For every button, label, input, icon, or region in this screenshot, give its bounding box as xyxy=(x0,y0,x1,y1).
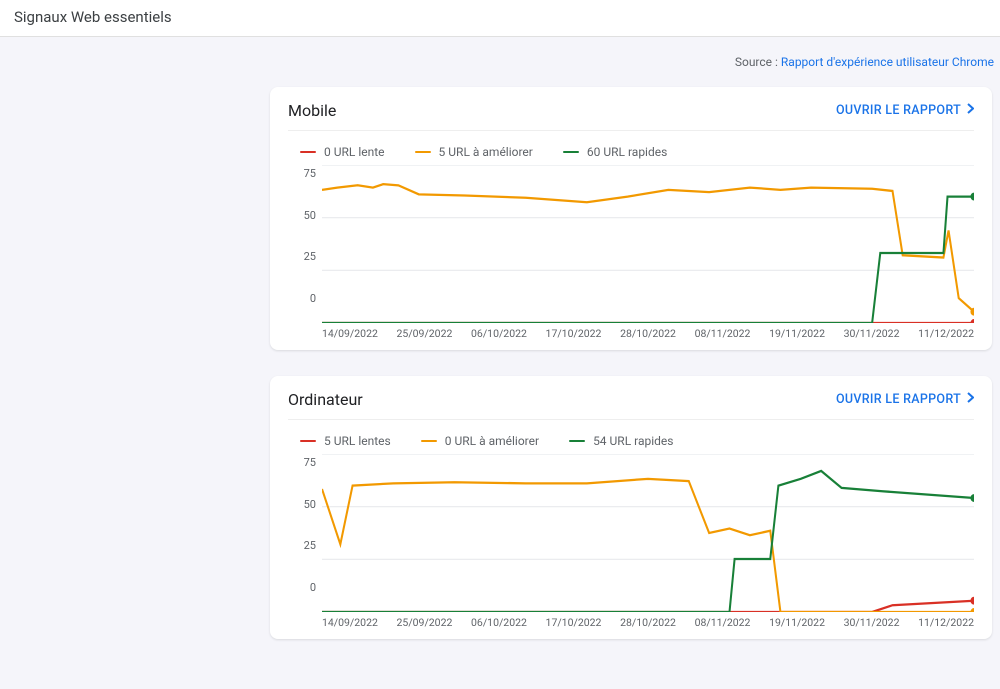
chevron-right-icon xyxy=(967,392,974,407)
card-mobile: Mobile OUVRIR LE RAPPORT 0 URL lente 5 U… xyxy=(270,87,992,350)
legend-item-fast: 60 URL rapides xyxy=(563,145,667,159)
line-slow xyxy=(322,601,974,612)
card-title-desktop: Ordinateur xyxy=(288,390,363,409)
page-title: Signaux Web essentiels xyxy=(0,0,1000,37)
chart-desktop: 7550250 xyxy=(288,454,974,612)
legend-item-slow: 0 URL lente xyxy=(300,145,385,159)
legend-item-improve: 5 URL à améliorer xyxy=(415,145,533,159)
legend-item-slow: 5 URL lentes xyxy=(300,434,391,448)
open-report-label: OUVRIR LE RAPPORT xyxy=(836,103,961,118)
x-axis-desktop: 14/09/202225/09/202206/10/202217/10/2022… xyxy=(288,612,974,629)
line-fast xyxy=(322,471,974,612)
legend-mobile: 0 URL lente 5 URL à améliorer 60 URL rap… xyxy=(288,131,974,165)
legend-item-fast: 54 URL rapides xyxy=(569,434,673,448)
y-axis: 7550250 xyxy=(288,454,322,612)
line-fast xyxy=(322,197,974,323)
source-prefix: Source : xyxy=(735,55,781,69)
chevron-right-icon xyxy=(967,103,974,118)
chart-mobile: 7550250 xyxy=(288,165,974,323)
source-link[interactable]: Rapport d'expérience utilisateur Chrome xyxy=(781,55,994,69)
x-axis-mobile: 14/09/202225/09/202206/10/202217/10/2022… xyxy=(288,323,974,340)
open-report-mobile[interactable]: OUVRIR LE RAPPORT xyxy=(836,103,974,118)
source-line: Source : Rapport d'expérience utilisateu… xyxy=(0,37,1000,69)
card-title-mobile: Mobile xyxy=(288,101,336,120)
y-axis: 7550250 xyxy=(288,165,322,323)
open-report-label: OUVRIR LE RAPPORT xyxy=(836,392,961,407)
open-report-desktop[interactable]: OUVRIR LE RAPPORT xyxy=(836,392,974,407)
legend-item-improve: 0 URL à améliorer xyxy=(421,434,539,448)
legend-desktop: 5 URL lentes 0 URL à améliorer 54 URL ra… xyxy=(288,420,974,454)
card-desktop: Ordinateur OUVRIR LE RAPPORT 5 URL lente… xyxy=(270,376,992,639)
line-improve xyxy=(322,479,974,612)
